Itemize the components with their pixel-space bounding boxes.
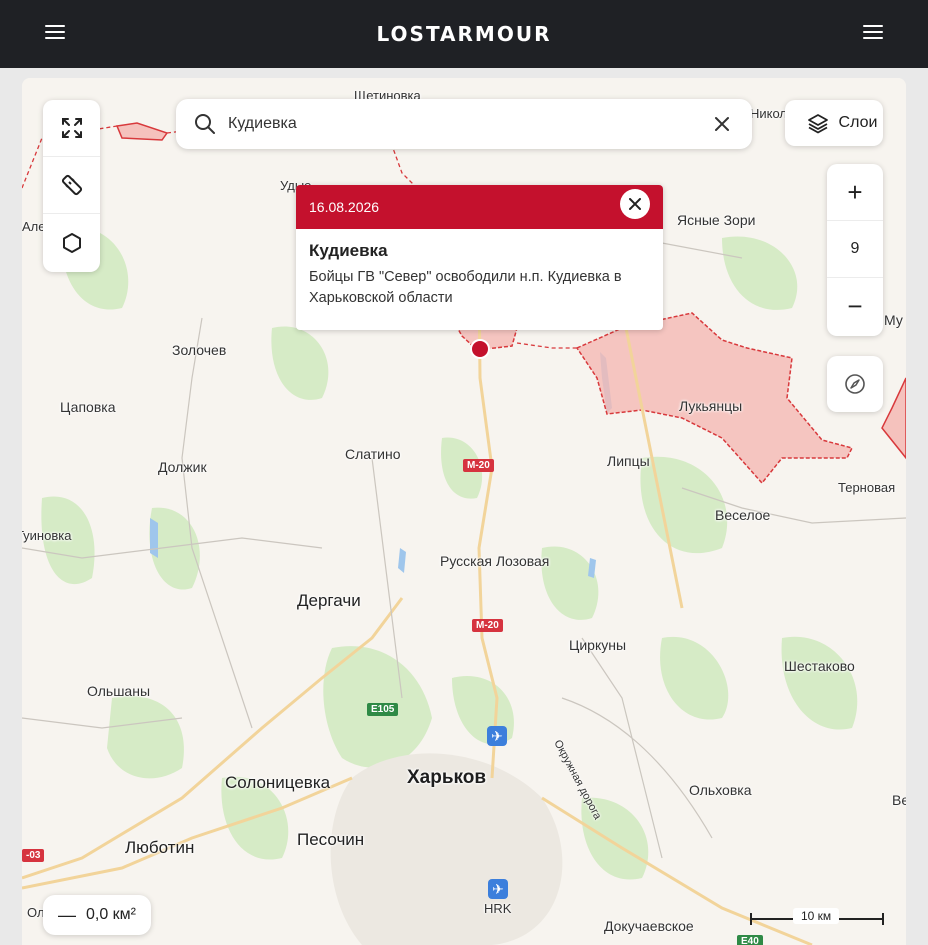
airport-icon: ✈ xyxy=(487,726,507,746)
place-label: Слатино xyxy=(345,446,401,462)
search-icon xyxy=(195,114,215,134)
place-label: HRK xyxy=(484,901,512,916)
menu-icon-right[interactable] xyxy=(863,23,883,41)
place-label: Липцы xyxy=(607,453,650,469)
layers-icon xyxy=(807,114,828,134)
route-shield: E105 xyxy=(367,703,399,716)
polygon-button[interactable] xyxy=(43,214,100,271)
fullscreen-button[interactable] xyxy=(43,100,100,157)
place-label: Должик xyxy=(158,459,207,475)
ruler-button[interactable] xyxy=(43,157,100,214)
route-shield: E40 xyxy=(737,935,763,945)
zoom-panel: + 9 − xyxy=(827,164,883,336)
map[interactable]: Щетиновка Николаевка Удые Алексеевка Ясн… xyxy=(22,78,906,945)
place-label: Люботин xyxy=(125,838,195,857)
popup-title: Кудиевка xyxy=(309,241,388,260)
fullscreen-icon xyxy=(61,118,82,138)
place-label: Ольшаны xyxy=(87,683,151,699)
place-label: Дергачи xyxy=(297,591,361,610)
route-shield: M-20 xyxy=(472,619,503,632)
minus-icon: − xyxy=(847,291,863,321)
search-bar xyxy=(176,99,752,149)
plus-icon: + xyxy=(847,176,863,207)
ruler-icon xyxy=(61,174,82,196)
popup-date: 16.08.2026 xyxy=(309,199,380,215)
area-value: 0,0 км² xyxy=(85,906,136,923)
zoom-level: 9 xyxy=(827,221,883,278)
place-label: Циркуны xyxy=(569,637,627,653)
place-label: Веселое xyxy=(715,507,771,523)
place-label: Солоницевка xyxy=(225,773,331,792)
top-bar: LOSTARMOUR xyxy=(0,0,928,68)
zoom-in-button[interactable]: + xyxy=(827,164,883,221)
search-input[interactable] xyxy=(228,115,708,133)
place-label: Ясные Зори xyxy=(677,212,756,228)
route-shield: M-20 xyxy=(463,459,494,472)
area-measure[interactable]: — 0,0 км² xyxy=(43,895,151,935)
place-label: Ольховка xyxy=(689,782,752,798)
place-label: Лукьянцы xyxy=(679,398,743,414)
airport-icon: ✈ xyxy=(488,879,508,899)
menu-icon[interactable] xyxy=(45,23,65,41)
place-label: Русская Лозовая xyxy=(440,553,550,569)
clear-icon[interactable] xyxy=(714,116,730,132)
place-label: Шестаково xyxy=(784,658,855,674)
minus-icon: — xyxy=(57,904,76,925)
hexagon-icon xyxy=(62,232,81,253)
place-label: Золочев xyxy=(172,342,227,358)
place-label: Докучаевское xyxy=(604,918,694,934)
layers-label: Слои xyxy=(838,114,878,131)
compass-button[interactable] xyxy=(827,356,883,412)
place-label: Ол xyxy=(27,905,45,920)
place-label: Ве xyxy=(892,792,906,808)
popup-header: 16.08.2026 xyxy=(296,185,663,229)
place-label: Терновая xyxy=(838,480,896,495)
layers-button[interactable]: Слои xyxy=(785,100,883,146)
place-label: Песочин xyxy=(297,830,365,849)
close-icon xyxy=(629,198,641,210)
place-label: Харьков xyxy=(407,767,487,788)
zoom-out-button[interactable]: − xyxy=(827,278,883,335)
event-popup: 16.08.2026 Кудиевка Бойцы ГВ "Север" осв… xyxy=(296,185,663,330)
scale-label: 10 км xyxy=(793,908,840,924)
place-label: Му xyxy=(884,312,903,328)
popup-close-button[interactable] xyxy=(620,189,650,219)
location-marker[interactable] xyxy=(470,339,490,359)
compass-icon xyxy=(845,374,865,394)
logo[interactable]: LOSTARMOUR xyxy=(377,22,552,46)
scale-bar: 10 км xyxy=(750,908,884,928)
place-label: Цаповка xyxy=(60,399,116,415)
place-label: Гуиновка xyxy=(22,528,72,543)
tools-panel xyxy=(43,100,100,272)
popup-text: Бойцы ГВ "Север" освободили н.п. Кудиевк… xyxy=(309,269,622,306)
route-shield: -03 xyxy=(22,849,45,862)
